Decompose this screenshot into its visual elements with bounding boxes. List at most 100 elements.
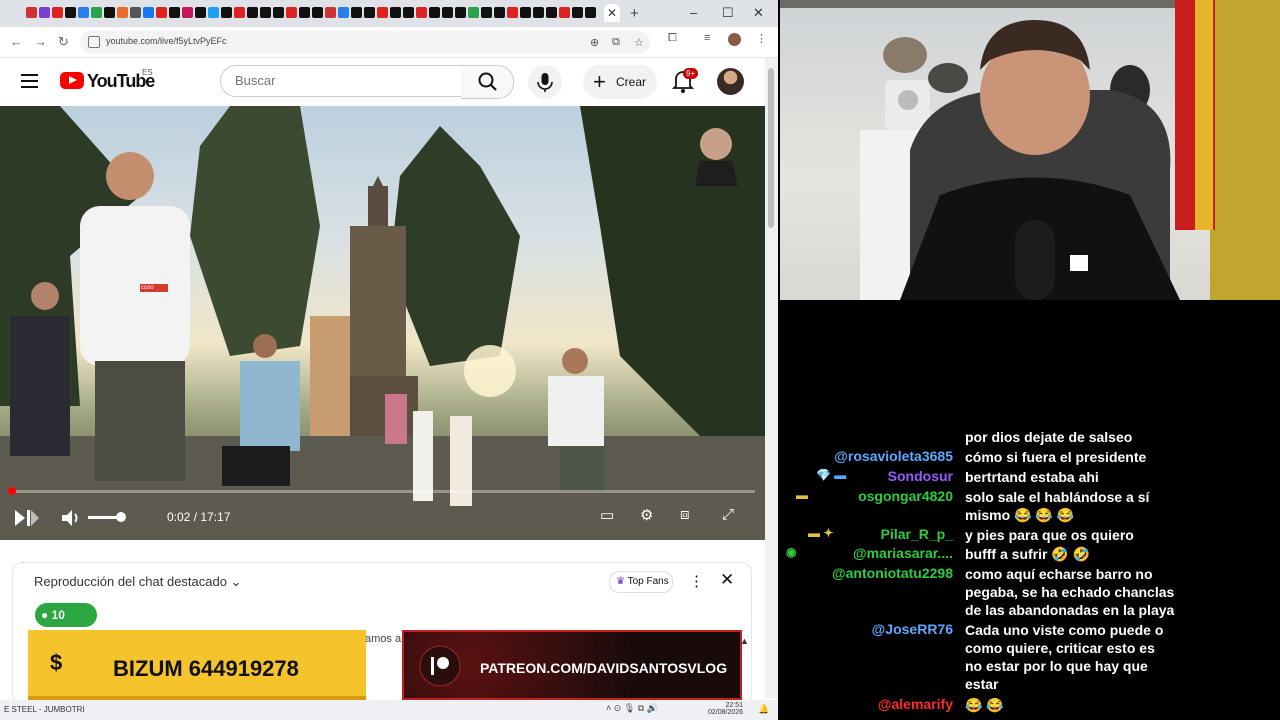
tab-favicon[interactable] [559, 7, 570, 18]
tray-icons[interactable]: ˄ ⊙ 🎙 ⧉ 🔊 [606, 703, 658, 714]
back-icon[interactable]: ← [10, 34, 23, 49]
close-window-icon[interactable]: ✕ [753, 5, 764, 21]
tab-favicon[interactable] [312, 7, 323, 18]
scrollbar-thumb[interactable] [768, 68, 774, 228]
more-options-icon[interactable]: ⋮ [689, 572, 704, 590]
theater-mode-icon[interactable]: ⧈ [680, 506, 690, 523]
tab-favicon[interactable] [156, 7, 167, 18]
streamer-webcam [780, 0, 1280, 300]
tab-favicon[interactable] [299, 7, 310, 18]
tab-favicon[interactable] [247, 7, 258, 18]
tab-favicon[interactable] [130, 7, 141, 18]
tab-favicon[interactable] [351, 7, 362, 18]
tab-favicon[interactable] [546, 7, 557, 18]
tab-favicon[interactable] [494, 7, 505, 18]
page-scrollbar[interactable] [765, 58, 778, 698]
fullscreen-icon[interactable]: ⤢ [722, 506, 734, 523]
forward-icon[interactable]: → [34, 34, 47, 49]
tab-favicon[interactable] [377, 7, 388, 18]
tab-favicon[interactable] [533, 7, 544, 18]
tab-favicon[interactable] [208, 7, 219, 18]
tab-favicon[interactable] [273, 7, 284, 18]
member-eye-icon: ◉ [786, 545, 797, 559]
tab-favicon[interactable] [78, 7, 89, 18]
tab-favicon[interactable] [182, 7, 193, 18]
tab-favicon[interactable] [234, 7, 245, 18]
tab-favicon[interactable] [65, 7, 76, 18]
youtube-logo-icon[interactable] [60, 72, 84, 89]
members-badge[interactable]: ● 10 [35, 603, 97, 627]
subtitles-icon[interactable]: ▭ [600, 506, 614, 524]
bookmark-star-icon[interactable]: ☆ [634, 36, 644, 49]
tab-favicon[interactable] [26, 7, 37, 18]
tab-favicon[interactable] [91, 7, 102, 18]
search-input[interactable] [233, 72, 437, 89]
profile-avatar[interactable] [728, 33, 741, 46]
tab-favicon[interactable] [169, 7, 180, 18]
tab-favicon[interactable] [117, 7, 128, 18]
tab-favicon[interactable] [481, 7, 492, 18]
webcam-scene [780, 0, 1280, 300]
tab-favicon[interactable] [338, 7, 349, 18]
chat-replay-title[interactable]: Reproducción del chat destacado ⌄ [34, 574, 242, 590]
tab-favicon[interactable] [39, 7, 50, 18]
settings-gear-icon[interactable]: ⚙ [640, 506, 653, 524]
tab-favicon[interactable] [520, 7, 531, 18]
top-fans-button[interactable]: ♛ Top Fans [609, 571, 673, 593]
chat-text: 😂 😂 [965, 697, 1004, 713]
url-field[interactable]: youtube.com/live/f5yLtvPyEFc ⊕ ⧉ ☆ [80, 31, 650, 53]
tab-favicon[interactable] [325, 7, 336, 18]
tab-favicon[interactable] [195, 7, 206, 18]
chat-username: @mariasarar.... [852, 545, 953, 561]
media-icon[interactable]: ≡ [704, 32, 710, 44]
tab-favicon[interactable] [286, 7, 297, 18]
zoom-icon[interactable]: ⊕ [590, 36, 599, 49]
tab-favicon[interactable] [403, 7, 414, 18]
country-code: ES [142, 68, 153, 77]
search-box[interactable] [220, 65, 462, 97]
volume-icon[interactable] [60, 508, 82, 528]
tab-favicon[interactable] [585, 7, 596, 18]
browser-menu-icon[interactable]: ⋮ [756, 32, 767, 45]
menu-icon[interactable] [21, 74, 38, 92]
patreon-logo-icon [419, 645, 461, 687]
tab-favicon[interactable] [104, 7, 115, 18]
tab-favicon[interactable] [143, 7, 154, 18]
search-button[interactable] [461, 65, 514, 99]
close-chat-icon[interactable]: ✕ [720, 570, 734, 590]
tab-favicon[interactable] [221, 7, 232, 18]
tab-favicon[interactable] [52, 7, 63, 18]
tab-favicon[interactable] [442, 7, 453, 18]
tab-favicon[interactable] [416, 7, 427, 18]
stream-chat-overlay: por dios dejate de salseo @rosavioleta36… [778, 300, 1280, 720]
tab-favicon[interactable] [468, 7, 479, 18]
skip-next-icon[interactable] [14, 508, 40, 528]
install-icon[interactable]: ⧉ [612, 36, 620, 49]
new-tab-icon[interactable]: + [630, 5, 639, 22]
tab-favicon[interactable] [455, 7, 466, 18]
voice-search-button[interactable] [528, 65, 562, 99]
chat-text: como quiere, criticar esto es [965, 640, 1155, 656]
minimize-icon[interactable]: – [690, 5, 697, 20]
taskbar-clock[interactable]: 22:51 02/08/2026 [708, 702, 743, 716]
close-tab-icon[interactable]: ✕ [604, 4, 620, 22]
extensions-icon[interactable]: ⧠ [668, 32, 677, 45]
volume-knob[interactable] [116, 512, 126, 522]
taskbar-title[interactable]: E STEEL - JUMBOTRI [4, 705, 85, 714]
tab-favicon[interactable] [507, 7, 518, 18]
progress-scrubber[interactable] [8, 487, 16, 495]
tab-favicon[interactable] [260, 7, 271, 18]
tab-favicon[interactable] [572, 7, 583, 18]
scroll-up-arrow-icon[interactable]: ▲ [740, 636, 749, 646]
tab-favicon[interactable] [364, 7, 375, 18]
video-progress-bar[interactable] [10, 490, 755, 493]
site-info-icon[interactable] [88, 36, 100, 48]
tab-favicon[interactable] [429, 7, 440, 18]
create-button[interactable]: + Crear [583, 65, 657, 99]
notification-center-icon[interactable]: 🔔 [758, 704, 769, 715]
account-avatar[interactable] [717, 68, 744, 95]
video-player[interactable]: ccoo 0:02 / 17:17 ▭ ⚙ ⧈ ⤢ [0, 106, 765, 540]
reload-icon[interactable]: ↻ [58, 34, 69, 50]
tab-favicon[interactable] [390, 7, 401, 18]
maximize-icon[interactable]: ☐ [722, 5, 734, 21]
